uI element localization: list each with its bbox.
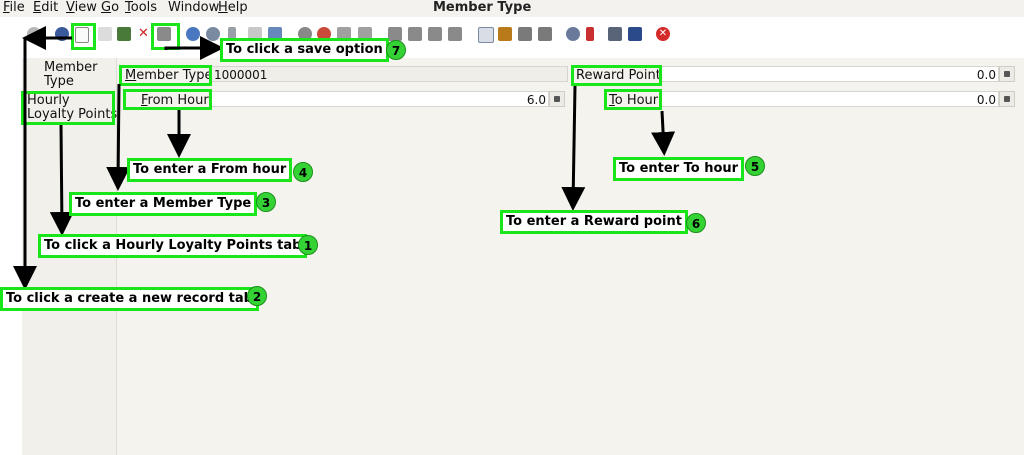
badge-6: 6 (686, 213, 706, 233)
callout-save: To click a save option (220, 38, 389, 62)
callout-member-type: To enter a Member Type (69, 192, 258, 216)
badge-7: 7 (386, 40, 406, 60)
badge-1: 1 (298, 235, 318, 255)
arrow-to-hour (651, 110, 676, 156)
badge-4: 4 (293, 162, 313, 182)
callout-from-hour: To enter a From hour (127, 158, 293, 182)
callout-reward: To enter a Reward point (500, 210, 688, 234)
callout-to-hour: To enter To hour (613, 157, 745, 181)
arrow-member-type (106, 83, 131, 191)
callout-hourly-tab: To click a Hourly Loyalty Points tab (38, 234, 308, 258)
arrow-hourly-tab (49, 124, 74, 236)
badge-3: 3 (256, 192, 276, 212)
arrow-save (164, 36, 224, 60)
badge-5: 5 (745, 156, 765, 176)
badge-2: 2 (247, 286, 267, 306)
callout-new-record: To click a create a new record tab (0, 287, 259, 311)
arrow-reward (561, 85, 586, 211)
